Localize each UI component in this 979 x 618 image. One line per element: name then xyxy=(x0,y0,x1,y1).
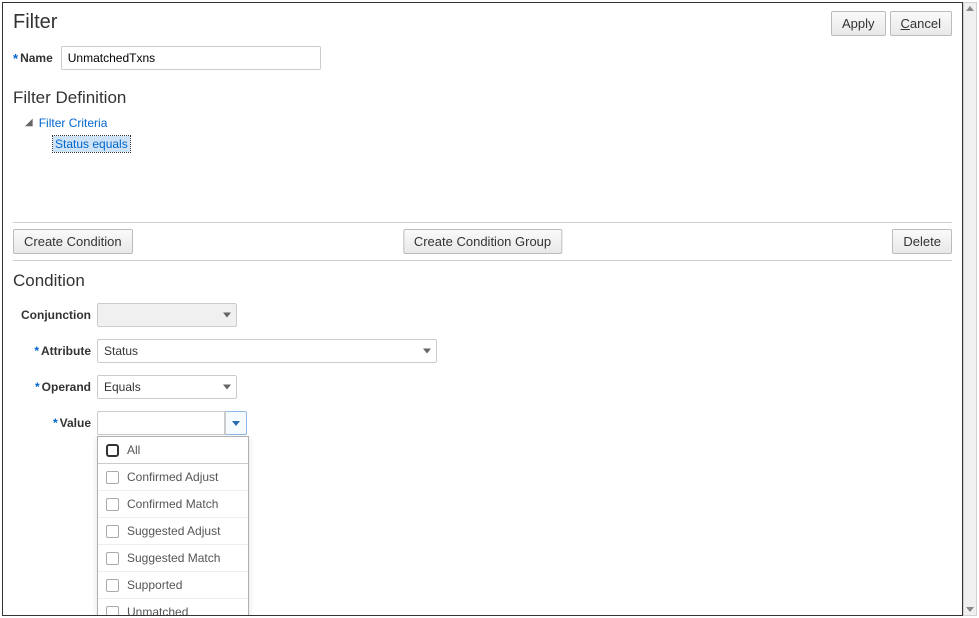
condition-title: Condition xyxy=(13,271,952,291)
value-option-confirmed-adjust[interactable]: Confirmed Adjust xyxy=(98,464,248,491)
value-option-unmatched[interactable]: Unmatched xyxy=(98,599,248,616)
caret-down-icon xyxy=(232,421,240,426)
checkbox-icon xyxy=(106,444,119,457)
value-option-label: Confirmed Match xyxy=(127,497,218,511)
name-input[interactable] xyxy=(61,46,321,70)
checkbox-icon xyxy=(106,552,119,565)
tree-expand-icon[interactable]: ◢ xyxy=(25,117,33,128)
value-option-confirmed-match[interactable]: Confirmed Match xyxy=(98,491,248,518)
chevron-down-icon xyxy=(223,313,231,318)
value-label: Value xyxy=(60,416,91,430)
name-label: Name xyxy=(20,51,53,65)
value-option-label: Supported xyxy=(127,578,182,592)
value-option-suggested-adjust[interactable]: Suggested Adjust xyxy=(98,518,248,545)
value-input[interactable] xyxy=(97,411,225,435)
checkbox-icon xyxy=(106,525,119,538)
delete-button[interactable]: Delete xyxy=(892,229,952,254)
create-condition-button[interactable]: Create Condition xyxy=(13,229,133,254)
chevron-down-icon xyxy=(223,385,231,390)
required-star-icon: * xyxy=(53,416,58,430)
page-title: Filter xyxy=(13,11,57,34)
checkbox-icon xyxy=(106,606,119,617)
filter-criteria-tree: ◢ Filter Criteria Status equals xyxy=(25,116,952,152)
required-star-icon: * xyxy=(35,380,40,394)
filter-definition-title: Filter Definition xyxy=(13,88,952,108)
attribute-select[interactable]: Status xyxy=(97,339,437,363)
tree-root-link[interactable]: Filter Criteria xyxy=(39,116,108,130)
value-option-label: All xyxy=(127,443,140,457)
value-option-supported[interactable]: Supported xyxy=(98,572,248,599)
operand-label: Operand xyxy=(42,380,91,394)
value-option-label: Suggested Match xyxy=(127,551,220,565)
scroll-down-icon xyxy=(966,607,974,612)
header-buttons: Apply Cancel xyxy=(831,11,952,36)
required-star-icon: * xyxy=(13,51,18,66)
operand-select[interactable]: Equals xyxy=(97,375,237,399)
value-dropdown-button[interactable] xyxy=(225,411,247,435)
conjunction-label: Conjunction xyxy=(13,308,91,322)
apply-button[interactable]: Apply xyxy=(831,11,886,36)
value-option-label: Unmatched xyxy=(127,605,188,616)
action-bar: Create Condition Create Condition Group … xyxy=(13,222,952,261)
cancel-button[interactable]: Cancel xyxy=(890,11,952,36)
vertical-scrollbar[interactable] xyxy=(963,2,977,616)
attribute-label: Attribute xyxy=(41,344,91,358)
chevron-down-icon xyxy=(423,349,431,354)
value-option-suggested-match[interactable]: Suggested Match xyxy=(98,545,248,572)
required-star-icon: * xyxy=(34,344,39,358)
tree-selected-condition[interactable]: Status equals xyxy=(53,136,130,152)
attribute-value: Status xyxy=(104,344,138,358)
value-option-label: Confirmed Adjust xyxy=(127,470,218,484)
scroll-up-icon xyxy=(966,6,974,11)
checkbox-icon xyxy=(106,579,119,592)
value-option-all[interactable]: All xyxy=(98,437,248,464)
conjunction-select[interactable] xyxy=(97,303,237,327)
checkbox-icon xyxy=(106,471,119,484)
value-dropdown-panel: All Confirmed Adjust Confirmed Match xyxy=(97,436,249,616)
checkbox-icon xyxy=(106,498,119,511)
operand-value: Equals xyxy=(104,380,141,394)
create-condition-group-button[interactable]: Create Condition Group xyxy=(403,229,562,254)
value-option-label: Suggested Adjust xyxy=(127,524,220,538)
